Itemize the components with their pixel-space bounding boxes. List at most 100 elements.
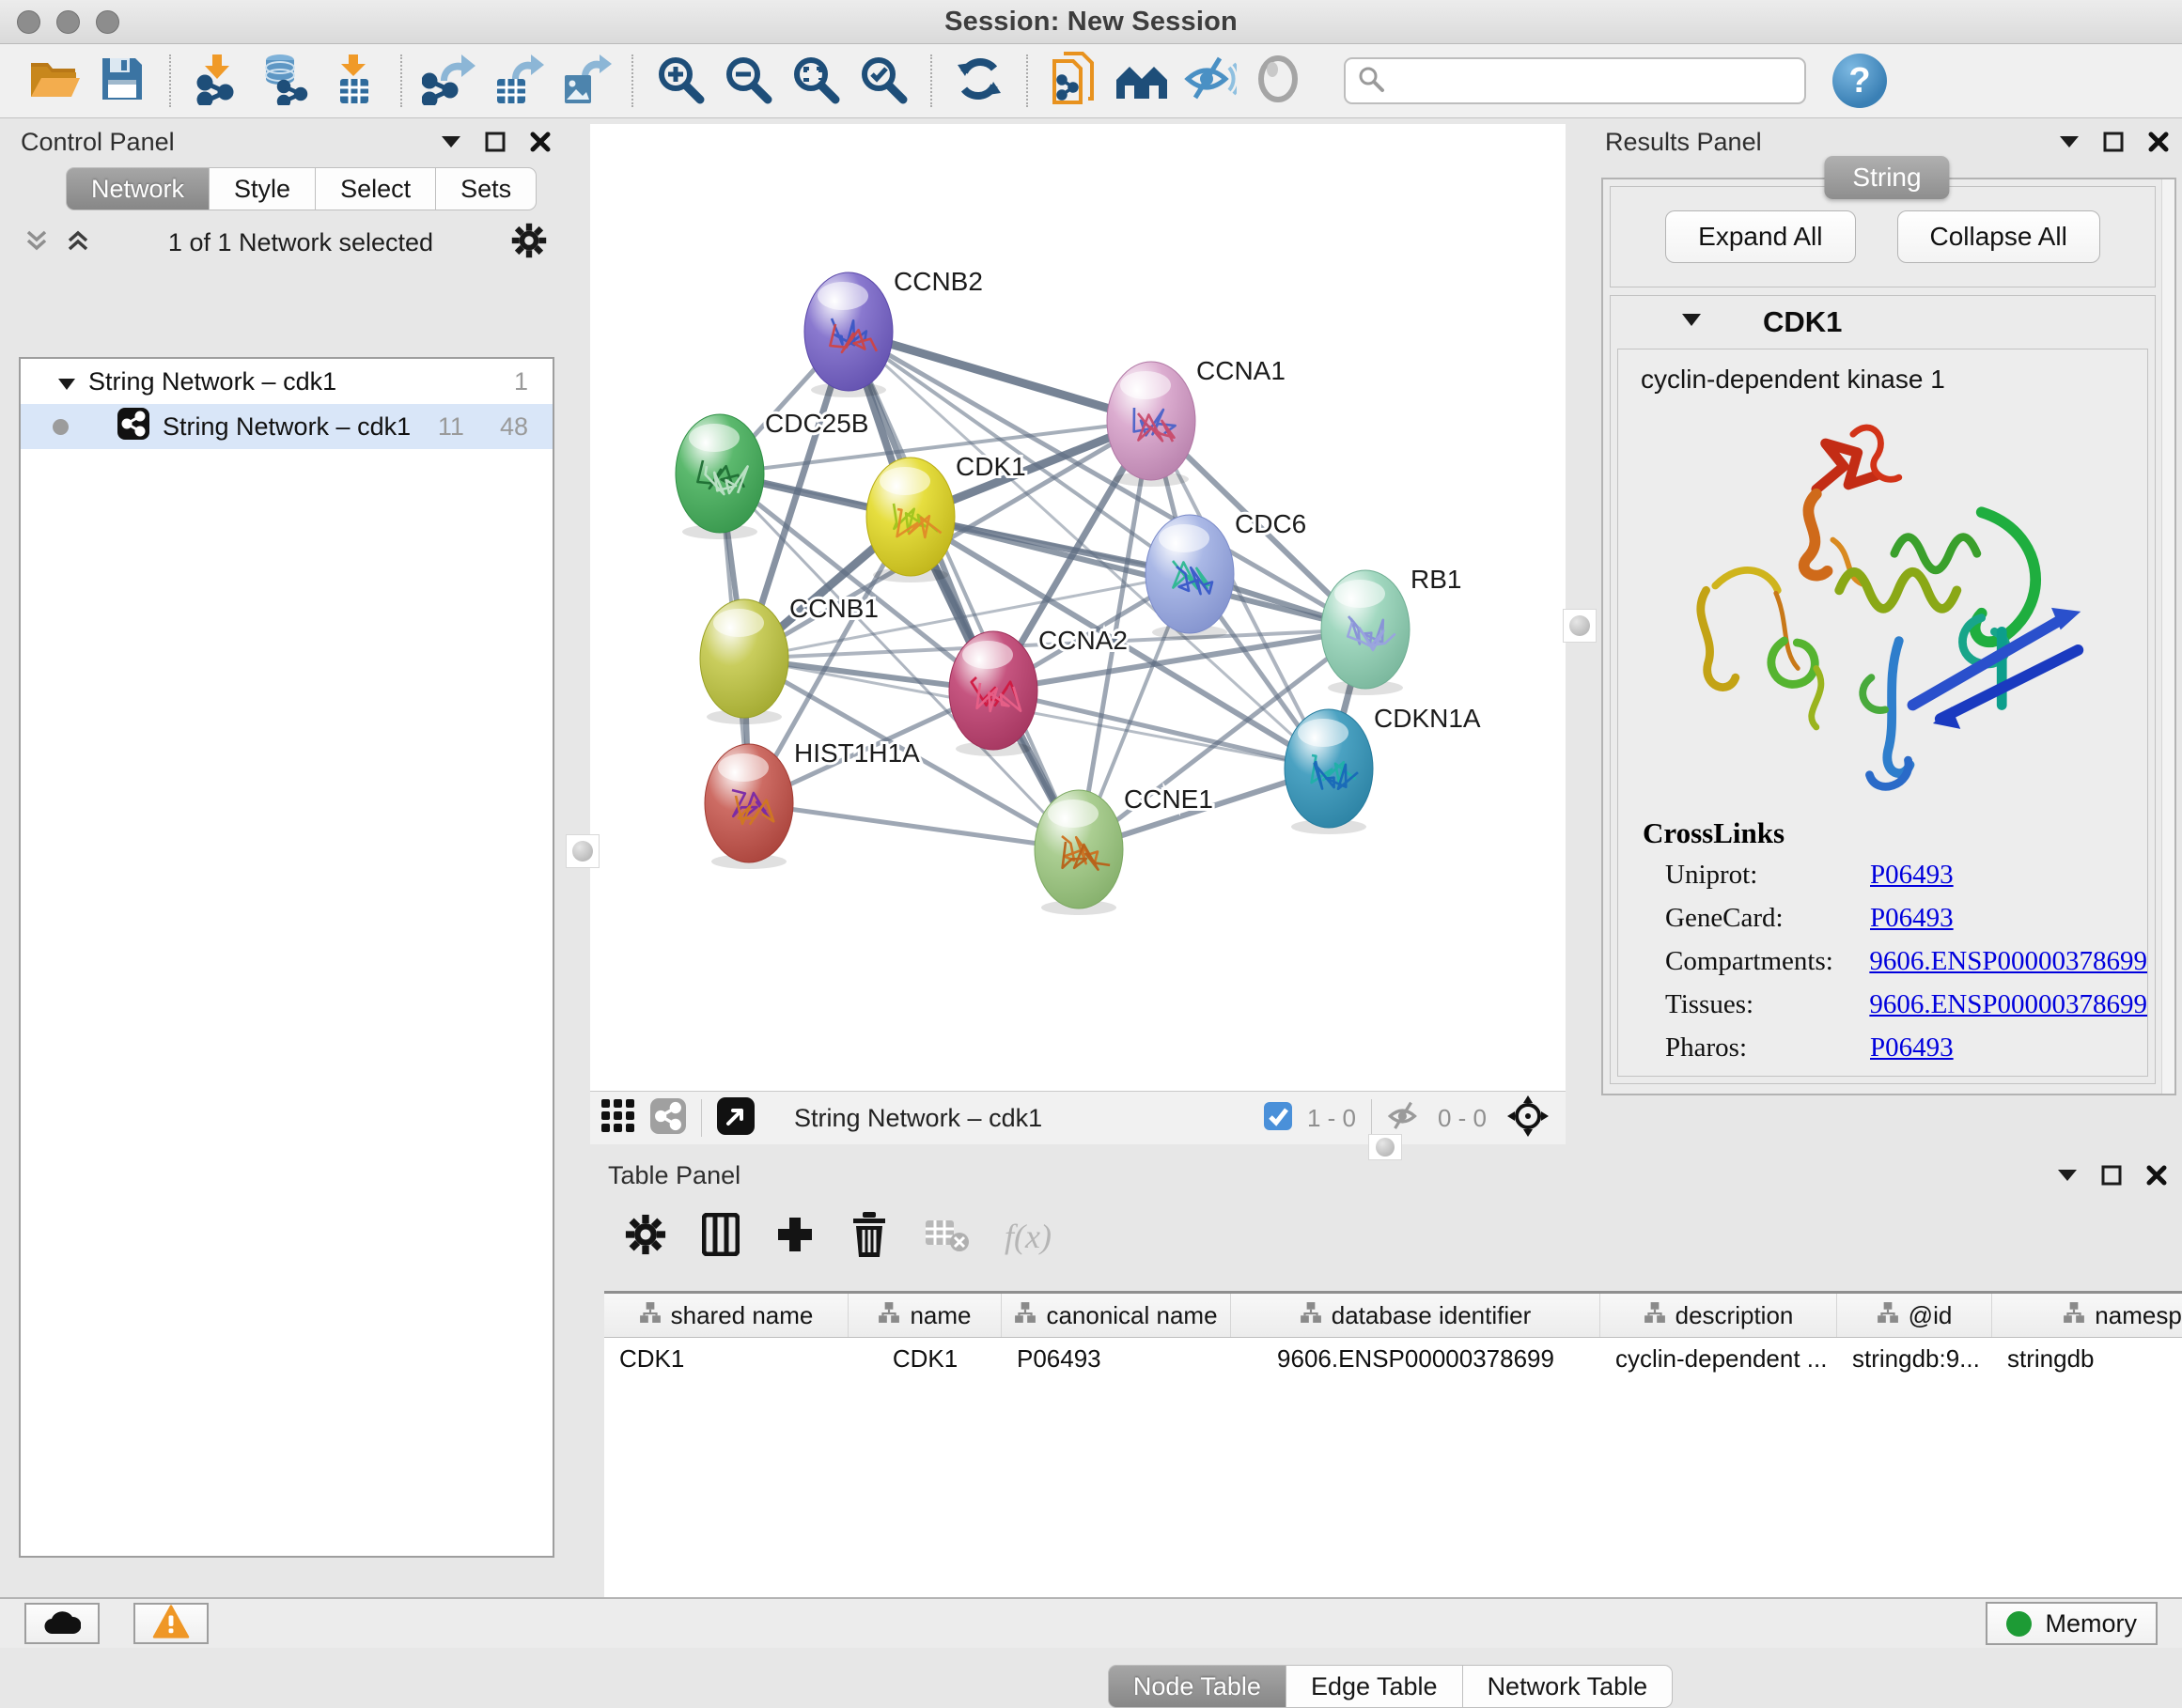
create-column-icon[interactable]	[775, 1215, 815, 1259]
tab-sets[interactable]: Sets	[435, 167, 537, 210]
help-button[interactable]: ?	[1832, 54, 1887, 108]
import-network-database-button[interactable]	[252, 49, 320, 113]
grid-view-icon[interactable]	[601, 1099, 635, 1138]
table-row[interactable]: CDK1 CDK1 P06493 9606.ENSP00000378699 cy…	[604, 1338, 2182, 1379]
network-edge[interactable]	[993, 691, 1329, 769]
network-row[interactable]: String Network – cdk1 11 48	[21, 404, 553, 449]
network-node-hist1h1a[interactable]: HIST1H1A	[705, 738, 920, 869]
crosslink-value-link[interactable]: P06493	[1870, 860, 1954, 891]
network-node-ccnb2[interactable]: CCNB2	[804, 267, 983, 397]
crosslink-value-link[interactable]: P06493	[1870, 1033, 1954, 1064]
export-network-button[interactable]	[415, 49, 483, 113]
fit-content-crosshair-icon[interactable]	[1507, 1095, 1549, 1141]
search-input[interactable]	[1385, 66, 1793, 97]
network-edge[interactable]	[849, 332, 1079, 849]
network-node-rb1[interactable]: RB1	[1321, 565, 1461, 695]
column-header-name[interactable]: name	[849, 1294, 1002, 1337]
network-node-cdc25b[interactable]: CDC25B	[676, 409, 868, 539]
network-node-ccne1[interactable]: CCNE1	[1035, 784, 1213, 915]
column-header-database-identifier[interactable]: database identifier	[1231, 1294, 1600, 1337]
network-node-ccnb1[interactable]: CCNB1	[700, 594, 879, 724]
string-view-icon[interactable]	[650, 1098, 686, 1139]
collapse-all-button[interactable]: Collapse All	[1897, 210, 2100, 263]
crosslink-value-link[interactable]: P06493	[1870, 903, 1954, 934]
collection-count: 1	[514, 367, 528, 396]
network-node-cdkn1a[interactable]: CDKN1A	[1285, 704, 1481, 834]
export-image-button[interactable]	[551, 49, 618, 113]
toolbar-separator	[631, 54, 633, 107]
tab-network-table[interactable]: Network Table	[1462, 1665, 1674, 1708]
import-network-file-button[interactable]	[184, 49, 252, 113]
network-node-cdk1[interactable]: CDK1	[866, 452, 1026, 582]
minimize-window-button[interactable]	[56, 10, 80, 34]
network-edge[interactable]	[749, 803, 1079, 849]
zoom-fit-button[interactable]	[782, 49, 849, 113]
crosslink-value-link[interactable]: 9606.ENSP00000378699	[1869, 989, 2147, 1020]
import-table-button[interactable]	[320, 49, 387, 113]
section-expander-icon[interactable]	[1682, 314, 1701, 331]
zoom-window-button[interactable]	[96, 10, 119, 34]
tab-string-results[interactable]: String	[1824, 156, 1949, 199]
panel-menu-caret-icon[interactable]	[2058, 1170, 2077, 1181]
protein-structure-image	[1669, 402, 2111, 806]
search-box[interactable]	[1344, 57, 1806, 104]
network-node-cdc6[interactable]: CDC6	[1146, 509, 1306, 640]
node-label-ccne1: CCNE1	[1124, 784, 1213, 814]
export-table-button[interactable]	[483, 49, 551, 113]
float-panel-icon[interactable]	[2101, 1165, 2122, 1186]
network-node-ccna2[interactable]: CCNA2	[949, 626, 1128, 756]
zoom-out-button[interactable]	[714, 49, 782, 113]
zoom-in-button[interactable]	[647, 49, 714, 113]
crosslink-value-link[interactable]: 9606.ENSP00000378699	[1869, 946, 2147, 977]
cloud-status-button[interactable]	[24, 1603, 100, 1644]
column-header-canonical-name[interactable]: canonical name	[1002, 1294, 1231, 1337]
expand-all-button[interactable]: Expand All	[1665, 210, 1855, 263]
column-tree-icon	[2063, 1301, 2085, 1330]
zoom-selected-button[interactable]	[849, 49, 917, 113]
warnings-button[interactable]	[133, 1603, 209, 1644]
column-header-shared-name[interactable]: shared name	[604, 1294, 849, 1337]
panel-menu-caret-icon[interactable]	[442, 136, 460, 148]
show-graphics-toggle[interactable]	[1244, 49, 1312, 113]
save-session-button[interactable]	[88, 49, 156, 113]
refresh-view-button[interactable]	[945, 49, 1013, 113]
open-session-button[interactable]	[21, 49, 88, 113]
results-scrollbar[interactable]	[2161, 179, 2174, 1094]
hide-unhide-button[interactable]	[1177, 49, 1244, 113]
tab-node-table[interactable]: Node Table	[1108, 1665, 1286, 1708]
bottom-splitter-handle[interactable]	[1368, 1134, 1402, 1160]
left-splitter-handle[interactable]	[566, 834, 600, 868]
panel-menu-caret-icon[interactable]	[2060, 136, 2079, 148]
close-panel-icon[interactable]	[2146, 1165, 2167, 1186]
tab-network[interactable]: Network	[66, 167, 210, 210]
gear-icon[interactable]	[511, 223, 547, 263]
tab-select[interactable]: Select	[315, 167, 436, 210]
document-network-icon	[1051, 52, 1099, 111]
network-view-panel[interactable]: CCNB2CCNA1CDC25BCDK1CDC6RB1CCNB1CCNA2CDK…	[590, 124, 1566, 1144]
clone-network-button[interactable]	[1041, 49, 1109, 113]
column-header-description[interactable]: description	[1600, 1294, 1837, 1337]
close-panel-icon[interactable]	[2148, 132, 2169, 152]
network-canvas[interactable]: CCNB2CCNA1CDC25BCDK1CDC6RB1CCNB1CCNA2CDK…	[590, 124, 1566, 1092]
float-panel-icon[interactable]	[2103, 132, 2124, 152]
delete-column-trash-icon[interactable]	[850, 1212, 888, 1262]
float-panel-icon[interactable]	[485, 132, 506, 152]
tab-edge-table[interactable]: Edge Table	[1286, 1665, 1463, 1708]
tree-expander-icon[interactable]	[58, 367, 75, 396]
birdseye-view-icon[interactable]	[717, 1097, 755, 1140]
zoom-fit-icon	[790, 54, 841, 109]
column-header-id[interactable]: @id	[1837, 1294, 1992, 1337]
network-edge[interactable]	[849, 332, 1151, 421]
collapse-all-networks-icon[interactable]	[24, 228, 49, 257]
column-header-namespace[interactable]: namespace	[1992, 1294, 2182, 1337]
close-window-button[interactable]	[17, 10, 40, 34]
expand-all-networks-icon[interactable]	[66, 228, 90, 257]
home-networks-button[interactable]	[1109, 49, 1177, 113]
close-panel-icon[interactable]	[530, 132, 551, 152]
tab-style[interactable]: Style	[209, 167, 316, 210]
show-column-icon[interactable]	[702, 1213, 740, 1261]
memory-button[interactable]: Memory	[1986, 1602, 2158, 1645]
gear-icon[interactable]	[625, 1214, 666, 1260]
gene-section-header[interactable]: CDK1	[1611, 296, 2155, 349]
network-collection-row[interactable]: String Network – cdk1 1	[21, 359, 553, 404]
